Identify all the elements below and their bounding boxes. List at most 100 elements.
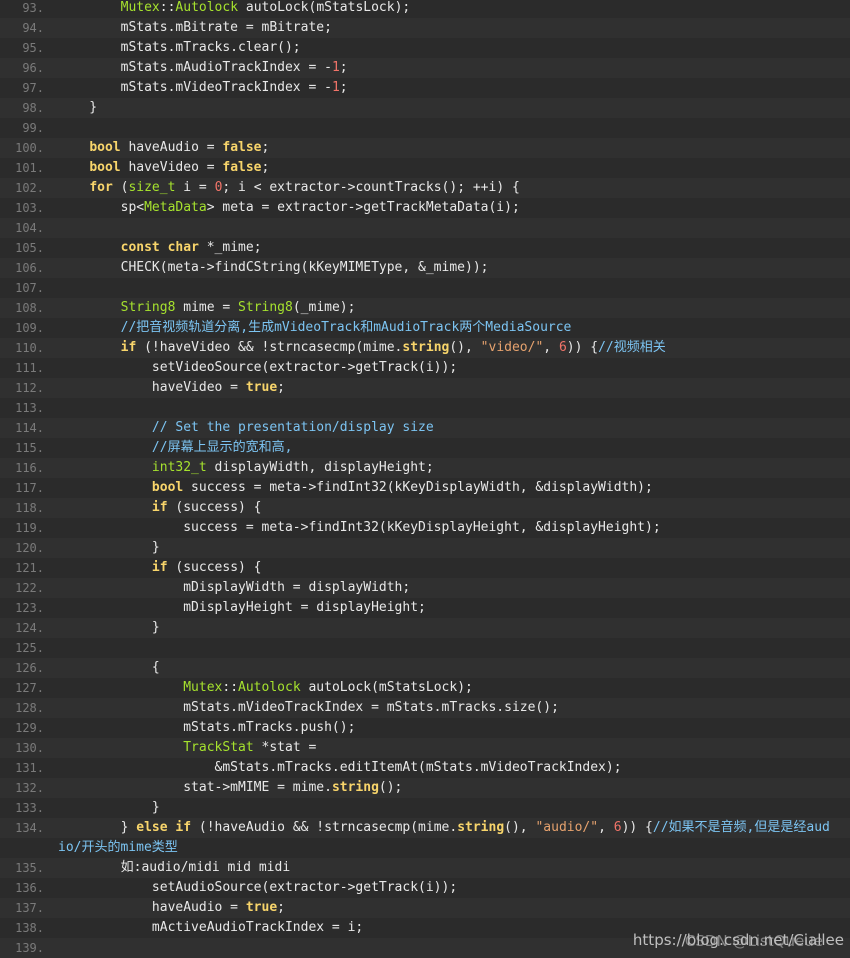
code-token: const bbox=[120, 240, 160, 255]
code-token: "audio/" bbox=[535, 820, 599, 835]
code-text: sp<MetaData> meta = extractor->getTrackM… bbox=[58, 198, 850, 218]
line-number: 94. bbox=[22, 21, 44, 35]
code-token: { bbox=[58, 660, 160, 675]
line-number: 96. bbox=[22, 61, 44, 75]
code-line: 130. TrackStat *stat = bbox=[0, 738, 850, 758]
code-line: 109. //把音视频轨道分离,生成mVideoTrack和mAudioTrac… bbox=[0, 318, 850, 338]
line-number: 105. bbox=[15, 241, 44, 255]
code-token: :: bbox=[222, 680, 239, 695]
code-text: haveVideo = true; bbox=[58, 378, 850, 398]
code-line: 105. const char *_mime; bbox=[0, 238, 850, 258]
code-token: int32_t bbox=[151, 460, 207, 475]
code-token: 1 bbox=[331, 60, 340, 75]
line-number: 100. bbox=[15, 141, 44, 155]
line-number: 108. bbox=[15, 301, 44, 315]
code-text: } bbox=[58, 98, 850, 118]
watermark: https://blog.csdn.net/Ciallee CSDN @List… bbox=[633, 931, 844, 950]
line-number: 138. bbox=[15, 921, 44, 935]
code-text: 如:audio/midi mid midi bbox=[58, 858, 850, 878]
code-text: } bbox=[58, 798, 850, 818]
code-text: //把音视频轨道分离,生成mVideoTrack和mAudioTrack两个Me… bbox=[58, 318, 850, 338]
code-token: // Set the presentation/display size bbox=[151, 420, 434, 435]
code-token: } bbox=[58, 540, 160, 555]
code-token: sp< bbox=[58, 200, 145, 215]
code-token: false bbox=[222, 160, 262, 175]
code-token: 如:audio/midi mid midi bbox=[58, 860, 291, 875]
code-token: if bbox=[151, 560, 168, 575]
code-line: 126. { bbox=[0, 658, 850, 678]
code-text: success = meta->findInt32(kKeyDisplayHei… bbox=[58, 518, 850, 538]
line-number: 106. bbox=[15, 261, 44, 275]
code-line: 101. bool haveVideo = false; bbox=[0, 158, 850, 178]
code-line: 136. setAudioSource(extractor->getTrack(… bbox=[0, 878, 850, 898]
code-text: if (success) { bbox=[58, 498, 850, 518]
code-token: *stat = bbox=[253, 740, 317, 755]
code-text: } bbox=[58, 618, 850, 638]
code-token: ( bbox=[112, 180, 129, 195]
code-text: mDisplayHeight = displayHeight; bbox=[58, 598, 850, 618]
code-text: } bbox=[58, 538, 850, 558]
code-token: haveAudio = bbox=[120, 140, 223, 155]
code-token: Mutex bbox=[120, 0, 160, 15]
code-token: displayWidth, displayHeight; bbox=[206, 460, 434, 475]
code-text: bool success = meta->findInt32(kKeyDispl… bbox=[58, 478, 850, 498]
code-token: } bbox=[58, 820, 137, 835]
code-text: haveAudio = true; bbox=[58, 898, 850, 918]
code-token: mStats.mVideoTrackIndex = - bbox=[58, 80, 332, 95]
code-text: Mutex::Autolock autoLock(mStatsLock); bbox=[58, 0, 850, 18]
line-number: 128. bbox=[15, 701, 44, 715]
code-token: mStats.mTracks.clear(); bbox=[58, 40, 301, 55]
code-token: autoLock(mStatsLock); bbox=[300, 680, 473, 695]
code-token: success = meta->findInt32(kKeyDisplayWid… bbox=[183, 480, 653, 495]
code-line: 129. mStats.mTracks.push(); bbox=[0, 718, 850, 738]
code-line: 121. if (success) { bbox=[0, 558, 850, 578]
code-text: const char *_mime; bbox=[58, 238, 850, 258]
code-token: )) { bbox=[621, 820, 653, 835]
code-token: stat->mMIME = mime. bbox=[58, 780, 332, 795]
code-text: mStats.mTracks.clear(); bbox=[58, 38, 850, 58]
code-line: 128. mStats.mVideoTrackIndex = mStats.mT… bbox=[0, 698, 850, 718]
code-token: 6 bbox=[613, 820, 622, 835]
line-number: 127. bbox=[15, 681, 44, 695]
code-line: 131. &mStats.mTracks.editItemAt(mStats.m… bbox=[0, 758, 850, 778]
code-token: mStats.mAudioTrackIndex = - bbox=[58, 60, 332, 75]
code-line: 98. } bbox=[0, 98, 850, 118]
code-token: } bbox=[58, 620, 160, 635]
line-number: 124. bbox=[15, 621, 44, 635]
code-token: bool bbox=[89, 160, 121, 175]
line-number: 114. bbox=[15, 421, 44, 435]
line-number: 112. bbox=[15, 381, 44, 395]
line-number: 103. bbox=[15, 201, 44, 215]
code-token: (success) { bbox=[167, 560, 262, 575]
code-line: 100. bool haveAudio = false; bbox=[0, 138, 850, 158]
code-token: (success) { bbox=[167, 500, 262, 515]
line-number: 132. bbox=[15, 781, 44, 795]
code-token: for bbox=[89, 180, 113, 195]
code-token: char bbox=[167, 240, 199, 255]
line-number: 110. bbox=[15, 341, 44, 355]
code-token: if bbox=[120, 340, 137, 355]
code-text: } else if (!haveAudio && !strncasecmp(mi… bbox=[58, 818, 850, 838]
code-token: 6 bbox=[558, 340, 567, 355]
line-number: 101. bbox=[15, 161, 44, 175]
line-number: 102. bbox=[15, 181, 44, 195]
line-number: 133. bbox=[15, 801, 44, 815]
code-token: haveVideo = bbox=[120, 160, 223, 175]
code-line: 116. int32_t displayWidth, displayHeight… bbox=[0, 458, 850, 478]
code-text: Mutex::Autolock autoLock(mStatsLock); bbox=[58, 678, 850, 698]
code-line: 119. success = meta->findInt32(kKeyDispl… bbox=[0, 518, 850, 538]
line-number: 95. bbox=[22, 41, 44, 55]
line-number: 134. bbox=[15, 821, 44, 835]
code-token: :: bbox=[159, 0, 176, 15]
code-token: //把音视频轨道分离,生成mVideoTrack和mAudioTrack两个Me… bbox=[120, 320, 572, 335]
code-token: haveVideo = bbox=[58, 380, 246, 395]
code-token: , bbox=[543, 340, 559, 355]
